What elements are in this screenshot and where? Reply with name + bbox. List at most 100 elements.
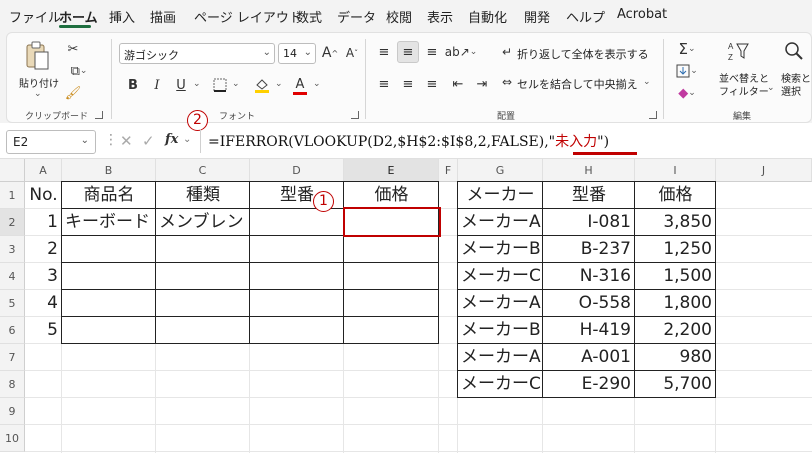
italic-button[interactable]: I: [147, 75, 167, 95]
right-table-cell[interactable]: N-316: [543, 263, 635, 290]
align-top-icon[interactable]: ≡: [373, 41, 395, 63]
right-table-cell[interactable]: メーカーC: [458, 371, 543, 398]
row-header-5[interactable]: 5: [0, 290, 25, 317]
right-table-cell[interactable]: A-001: [543, 344, 635, 371]
tab-insert[interactable]: 挿入: [109, 7, 135, 26]
chevron-down-icon[interactable]: ⌄: [275, 79, 283, 89]
right-table-cell[interactable]: メーカーA: [458, 344, 543, 371]
tab-file[interactable]: ファイル: [9, 7, 61, 26]
cancel-icon[interactable]: ✕: [120, 132, 133, 150]
enter-icon[interactable]: ✓: [142, 132, 155, 150]
chevron-down-icon[interactable]: ⌄: [183, 134, 191, 145]
tab-draw[interactable]: 描画: [150, 7, 176, 26]
column-header-i[interactable]: I: [635, 159, 716, 182]
right-table-cell[interactable]: メーカーA: [458, 209, 543, 236]
right-table-cell[interactable]: メーカーC: [458, 263, 543, 290]
paste-icon[interactable]: [21, 39, 53, 73]
decrease-indent-icon[interactable]: ⇤: [447, 73, 469, 95]
orientation-icon[interactable]: ab↗ ⌄: [445, 41, 478, 63]
left-table-header[interactable]: No.: [25, 182, 62, 209]
row-header-4[interactable]: 4: [0, 263, 25, 290]
row-header-8[interactable]: 8: [0, 371, 25, 398]
column-header-e[interactable]: E: [344, 159, 439, 182]
alignment-launcher-icon[interactable]: [649, 111, 657, 119]
right-table-cell[interactable]: メーカーB: [458, 317, 543, 344]
right-table-cell[interactable]: 3,850: [635, 209, 716, 236]
column-header-b[interactable]: B: [62, 159, 156, 182]
right-table-cell[interactable]: メーカーB: [458, 236, 543, 263]
clipboard-launcher-icon[interactable]: [95, 111, 103, 119]
sort-filter-icon[interactable]: AZ: [725, 37, 751, 65]
insert-function-button[interactable]: fx: [165, 132, 178, 147]
right-table-cell[interactable]: E-290: [543, 371, 635, 398]
right-table-cell[interactable]: O-558: [543, 290, 635, 317]
right-table-cell[interactable]: H-419: [543, 317, 635, 344]
wrap-text-icon[interactable]: ↵: [499, 43, 515, 61]
cut-icon[interactable]: ✂: [63, 39, 83, 59]
name-box[interactable]: E2 ⌄: [6, 130, 96, 154]
row-header-9[interactable]: 9: [0, 398, 25, 425]
font-launcher-icon[interactable]: [351, 111, 359, 119]
column-header-f[interactable]: F: [439, 159, 458, 182]
chevron-down-icon[interactable]: ⌄: [643, 77, 651, 87]
align-center-icon[interactable]: ≡: [397, 73, 419, 95]
more-options-icon[interactable]: ⋮: [104, 132, 118, 148]
align-middle-icon[interactable]: ≡: [397, 41, 419, 63]
formula-input[interactable]: =IFERROR(VLOOKUP(D2,$H$2:$I$8,2,FALSE),"…: [208, 131, 609, 151]
shrink-font-icon[interactable]: Aˇ: [343, 43, 361, 63]
tab-page-layout[interactable]: ページ レイアウト: [194, 7, 302, 26]
column-header-c[interactable]: C: [156, 159, 250, 182]
chevron-down-icon[interactable]: ⌄: [193, 79, 201, 89]
wrap-text-button[interactable]: 折り返して全体を表示する: [517, 46, 649, 62]
chevron-down-icon[interactable]: ⌄: [313, 79, 321, 89]
left-table-cell[interactable]: キーボード: [62, 209, 156, 236]
merge-center-icon[interactable]: ⇔: [499, 73, 515, 91]
right-table-cell[interactable]: 1,500: [635, 263, 716, 290]
left-table-header[interactable]: 商品名: [62, 182, 156, 209]
font-size-combo[interactable]: 14 ⌄: [278, 43, 316, 64]
increase-indent-icon[interactable]: ⇥: [471, 73, 493, 95]
fill-icon[interactable]: ⌄: [673, 61, 701, 81]
left-table-cell[interactable]: 2: [25, 236, 62, 263]
copy-icon[interactable]: ⧉ ⌄: [63, 61, 95, 81]
clear-icon[interactable]: ◆ ⌄: [673, 83, 701, 103]
row-header-6[interactable]: 6: [0, 317, 25, 344]
chevron-down-icon[interactable]: ⌄: [767, 83, 775, 93]
column-header-h[interactable]: H: [543, 159, 635, 182]
tab-review[interactable]: 校閲: [386, 7, 412, 26]
right-table-cell[interactable]: 5,700: [635, 371, 716, 398]
paste-dropdown-icon[interactable]: ⌄: [34, 89, 42, 99]
right-table-cell[interactable]: I-081: [543, 209, 635, 236]
tab-help[interactable]: ヘルプ: [566, 7, 605, 26]
right-table-header[interactable]: 価格: [635, 182, 716, 209]
tab-automate[interactable]: 自動化: [468, 7, 507, 26]
right-table-header[interactable]: 型番: [543, 182, 635, 209]
row-header-2[interactable]: 2: [0, 209, 25, 236]
borders-icon[interactable]: [209, 75, 231, 95]
tab-formulas[interactable]: 数式: [296, 7, 322, 26]
left-table-header[interactable]: 価格: [344, 182, 439, 209]
left-table-cell[interactable]: メンブレン: [156, 209, 250, 236]
tab-home[interactable]: ホーム: [59, 7, 98, 26]
tab-developer[interactable]: 開発: [524, 7, 550, 26]
font-color-icon[interactable]: A: [289, 75, 311, 97]
right-table-cell[interactable]: 2,200: [635, 317, 716, 344]
tab-view[interactable]: 表示: [427, 7, 453, 26]
column-header-g[interactable]: G: [458, 159, 543, 182]
column-header-d[interactable]: D: [250, 159, 344, 182]
tab-acrobat[interactable]: Acrobat: [617, 7, 667, 22]
underline-button[interactable]: U: [171, 75, 191, 95]
right-table-cell[interactable]: 1,800: [635, 290, 716, 317]
left-table-cell[interactable]: 1: [25, 209, 62, 236]
row-header-7[interactable]: 7: [0, 344, 25, 371]
align-right-icon[interactable]: ≡: [421, 73, 443, 95]
merge-center-button[interactable]: セルを結合して中央揃え: [517, 76, 638, 92]
right-table-cell[interactable]: 1,250: [635, 236, 716, 263]
left-table-cell[interactable]: 5: [25, 317, 62, 344]
left-table-header[interactable]: 種類: [156, 182, 250, 209]
align-left-icon[interactable]: ≡: [373, 73, 395, 95]
row-header-10[interactable]: 10: [0, 425, 25, 452]
left-table-cell[interactable]: 4: [25, 290, 62, 317]
select-all-corner[interactable]: [0, 159, 25, 182]
left-table-cell[interactable]: 3: [25, 263, 62, 290]
